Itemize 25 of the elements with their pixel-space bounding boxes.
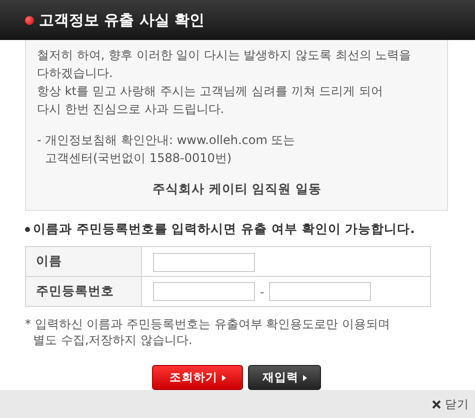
close-button[interactable]: 닫기: [432, 396, 469, 412]
id-number-first-input[interactable]: [153, 282, 255, 301]
window-title: 고객정보 유출 사실 확인: [39, 10, 205, 30]
dot-icon: [25, 16, 34, 24]
notice-text: 다시 한번 진심으로 사과 드립니다.: [37, 102, 224, 116]
caret-icon: [302, 374, 306, 380]
close-icon: [432, 400, 441, 408]
reset-button[interactable]: 재입력: [248, 365, 321, 390]
bullet-icon: [25, 227, 30, 232]
notice-text: - 개인정보침해 확인안내: www.olleh.com 또는: [37, 133, 296, 147]
notice-text: 다하겠습니다.: [37, 66, 113, 80]
form-heading: 이름과 주민등록번호를 입력하시면 유출 여부 확인이 가능합니다.: [33, 221, 415, 238]
notice-text: 고객센터(국번없이 1588-0010번): [45, 151, 232, 165]
id-number-second-input[interactable]: [269, 282, 372, 301]
separator-text: -: [260, 284, 264, 298]
caret-icon: [222, 374, 226, 380]
disclaimer-text: 별도 수집,저장하지 않습니다.: [33, 333, 192, 347]
signature-text: 주식회사 케이티 임직원 일동: [152, 181, 322, 196]
search-button[interactable]: 조회하기: [152, 365, 243, 390]
field-label: 주민등록번호: [26, 276, 142, 306]
field-label: 이름: [26, 246, 142, 276]
disclaimer-text: * 입력하신 이름과 주민등록번호는 유출여부 확인용도로만 이용되며: [25, 317, 390, 331]
name-input[interactable]: [153, 252, 255, 272]
notice-text: 철저히 하여, 향후 이러한 일이 다시는 발생하지 않도록 최선의 노력을: [37, 48, 412, 62]
notice-text: 항상 kt를 믿고 사랑해 주시는 고객님께 심려를 끼쳐 드리게 되어: [37, 84, 383, 98]
